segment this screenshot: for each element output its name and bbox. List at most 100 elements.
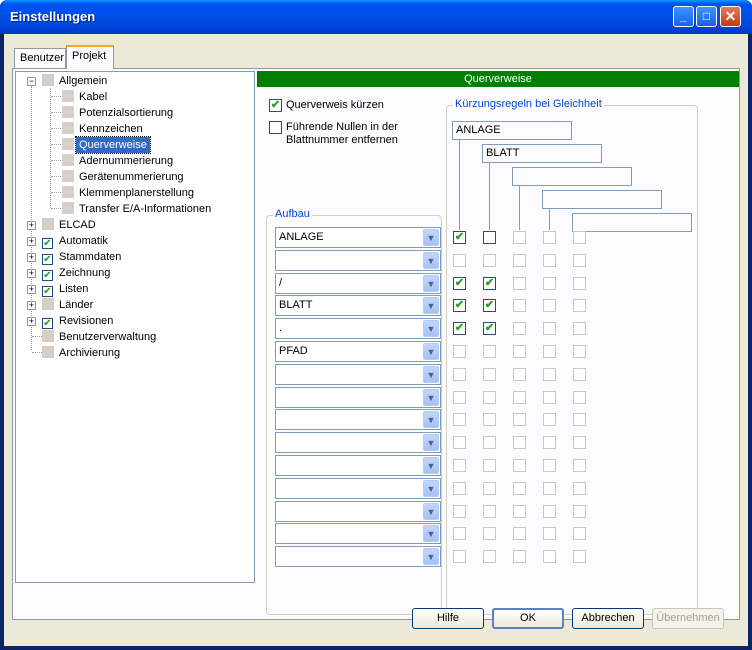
rule-checkbox[interactable] bbox=[483, 482, 496, 495]
ok-button[interactable]: OK bbox=[492, 608, 564, 629]
rule-checkbox[interactable] bbox=[513, 231, 526, 244]
tree-item-klemmenplanerstellung[interactable]: Klemmenplanerstellung bbox=[62, 185, 197, 201]
chevron-down-icon[interactable]: ▼ bbox=[423, 320, 439, 337]
checkbox-checked-icon[interactable]: ✔ bbox=[42, 318, 53, 329]
aufbau-combo[interactable]: . ▼ bbox=[275, 318, 441, 339]
rule-checkbox[interactable]: ✔ bbox=[483, 322, 496, 335]
rule-checkbox[interactable] bbox=[513, 527, 526, 540]
rule-checkbox[interactable] bbox=[513, 436, 526, 449]
rule-checkbox[interactable] bbox=[453, 482, 466, 495]
rule-checkbox[interactable] bbox=[543, 436, 556, 449]
rule-checkbox[interactable] bbox=[483, 391, 496, 404]
rule-checkbox[interactable] bbox=[543, 368, 556, 381]
checkbox-checked-icon[interactable]: ✔ bbox=[42, 238, 53, 249]
rule-checkbox[interactable] bbox=[453, 550, 466, 563]
rule-checkbox[interactable] bbox=[513, 368, 526, 381]
chevron-down-icon[interactable]: ▼ bbox=[423, 434, 439, 451]
rule-checkbox[interactable]: ✔ bbox=[453, 231, 466, 244]
rule-checkbox[interactable] bbox=[483, 231, 496, 244]
minimize-button[interactable]: _ bbox=[673, 6, 694, 27]
rule-checkbox[interactable] bbox=[513, 345, 526, 358]
rule-checkbox[interactable] bbox=[513, 254, 526, 267]
rule-checkbox[interactable] bbox=[483, 254, 496, 267]
chevron-down-icon[interactable]: ▼ bbox=[423, 548, 439, 565]
rule-checkbox[interactable] bbox=[513, 322, 526, 335]
tree-item-benutzerverwaltung[interactable]: Benutzerverwaltung bbox=[42, 329, 159, 345]
chevron-down-icon[interactable]: ▼ bbox=[423, 366, 439, 383]
rule-checkbox[interactable] bbox=[513, 459, 526, 472]
rule-checkbox[interactable] bbox=[543, 254, 556, 267]
rule-checkbox[interactable] bbox=[543, 345, 556, 358]
expand-icon[interactable]: + bbox=[27, 253, 36, 262]
rule-checkbox[interactable] bbox=[543, 505, 556, 518]
rule-checkbox[interactable] bbox=[573, 299, 586, 312]
collapse-icon[interactable]: − bbox=[27, 77, 36, 86]
rule-checkbox[interactable]: ✔ bbox=[483, 277, 496, 290]
chevron-down-icon[interactable]: ▼ bbox=[423, 297, 439, 314]
rule-checkbox[interactable] bbox=[573, 322, 586, 335]
rule-checkbox[interactable] bbox=[573, 459, 586, 472]
chevron-down-icon[interactable]: ▼ bbox=[423, 389, 439, 406]
tab-projekt[interactable]: Projekt bbox=[66, 45, 114, 69]
tree-item-querverweise[interactable]: Querverweise bbox=[62, 136, 151, 154]
chevron-down-icon[interactable]: ▼ bbox=[423, 411, 439, 428]
rule-checkbox[interactable] bbox=[543, 550, 556, 563]
expand-icon[interactable]: + bbox=[27, 221, 36, 230]
rule-checkbox[interactable] bbox=[573, 413, 586, 426]
rule-checkbox[interactable] bbox=[543, 391, 556, 404]
rule-checkbox[interactable] bbox=[453, 391, 466, 404]
fuehrende-nullen-checkbox[interactable] bbox=[269, 121, 282, 134]
aufbau-combo[interactable]: ▼ bbox=[275, 455, 441, 476]
rule-checkbox[interactable] bbox=[573, 231, 586, 244]
expand-icon[interactable]: + bbox=[27, 269, 36, 278]
chevron-down-icon[interactable]: ▼ bbox=[423, 457, 439, 474]
tree-item-elcad[interactable]: ELCAD bbox=[42, 217, 99, 233]
aufbau-combo[interactable]: ▼ bbox=[275, 523, 441, 544]
rule-checkbox[interactable]: ✔ bbox=[483, 299, 496, 312]
uebernehmen-button[interactable]: Übernehmen bbox=[652, 608, 724, 629]
rule-checkbox[interactable] bbox=[483, 505, 496, 518]
tree-item-zeichnung[interactable]: ✔ Zeichnung bbox=[42, 265, 113, 281]
aufbau-combo[interactable]: PFAD ▼ bbox=[275, 341, 441, 362]
rule-checkbox[interactable] bbox=[573, 550, 586, 563]
rule-checkbox[interactable] bbox=[483, 550, 496, 563]
rule-checkbox[interactable]: ✔ bbox=[453, 322, 466, 335]
chevron-down-icon[interactable]: ▼ bbox=[423, 252, 439, 269]
expand-icon[interactable]: + bbox=[27, 237, 36, 246]
tab-benutzer[interactable]: Benutzer bbox=[14, 48, 66, 68]
rule-checkbox[interactable]: ✔ bbox=[453, 299, 466, 312]
rule-checkbox[interactable] bbox=[483, 436, 496, 449]
close-button[interactable]: ✕ bbox=[720, 6, 741, 27]
rule-checkbox[interactable] bbox=[543, 299, 556, 312]
tree-item-kabel[interactable]: Kabel bbox=[62, 89, 110, 105]
chevron-down-icon[interactable]: ▼ bbox=[423, 275, 439, 292]
rule-checkbox[interactable] bbox=[573, 345, 586, 358]
tree-item-revisionen[interactable]: ✔ Revisionen bbox=[42, 313, 116, 329]
rule-checkbox[interactable] bbox=[453, 436, 466, 449]
rule-checkbox[interactable] bbox=[573, 391, 586, 404]
aufbau-combo[interactable]: ▼ bbox=[275, 250, 441, 271]
expand-icon[interactable]: + bbox=[27, 285, 36, 294]
rule-checkbox[interactable] bbox=[573, 436, 586, 449]
chevron-down-icon[interactable]: ▼ bbox=[423, 343, 439, 360]
tree-item-listen[interactable]: ✔ Listen bbox=[42, 281, 91, 297]
aufbau-combo[interactable]: BLATT ▼ bbox=[275, 295, 441, 316]
aufbau-combo[interactable]: ▼ bbox=[275, 546, 441, 567]
checkbox-checked-icon[interactable]: ✔ bbox=[42, 270, 53, 281]
rule-checkbox[interactable] bbox=[483, 368, 496, 381]
aufbau-combo[interactable]: ▼ bbox=[275, 364, 441, 385]
expand-icon[interactable]: + bbox=[27, 301, 36, 310]
rule-checkbox[interactable] bbox=[543, 231, 556, 244]
rule-checkbox[interactable] bbox=[453, 413, 466, 426]
rule-checkbox[interactable] bbox=[453, 368, 466, 381]
rule-checkbox[interactable] bbox=[453, 527, 466, 540]
rule-checkbox[interactable] bbox=[453, 459, 466, 472]
tree-item-adernummerierung[interactable]: Adernummerierung bbox=[62, 153, 176, 169]
checkbox-checked-icon[interactable]: ✔ bbox=[42, 254, 53, 265]
tree-item-geraetenummerierung[interactable]: Gerätenummerierung bbox=[62, 169, 187, 185]
tree-item-transfer-ea[interactable]: Transfer E/A-Informationen bbox=[62, 201, 214, 217]
rule-checkbox[interactable] bbox=[543, 482, 556, 495]
chevron-down-icon[interactable]: ▼ bbox=[423, 503, 439, 520]
rule-checkbox[interactable] bbox=[543, 322, 556, 335]
checkbox-checked-icon[interactable]: ✔ bbox=[42, 286, 53, 297]
